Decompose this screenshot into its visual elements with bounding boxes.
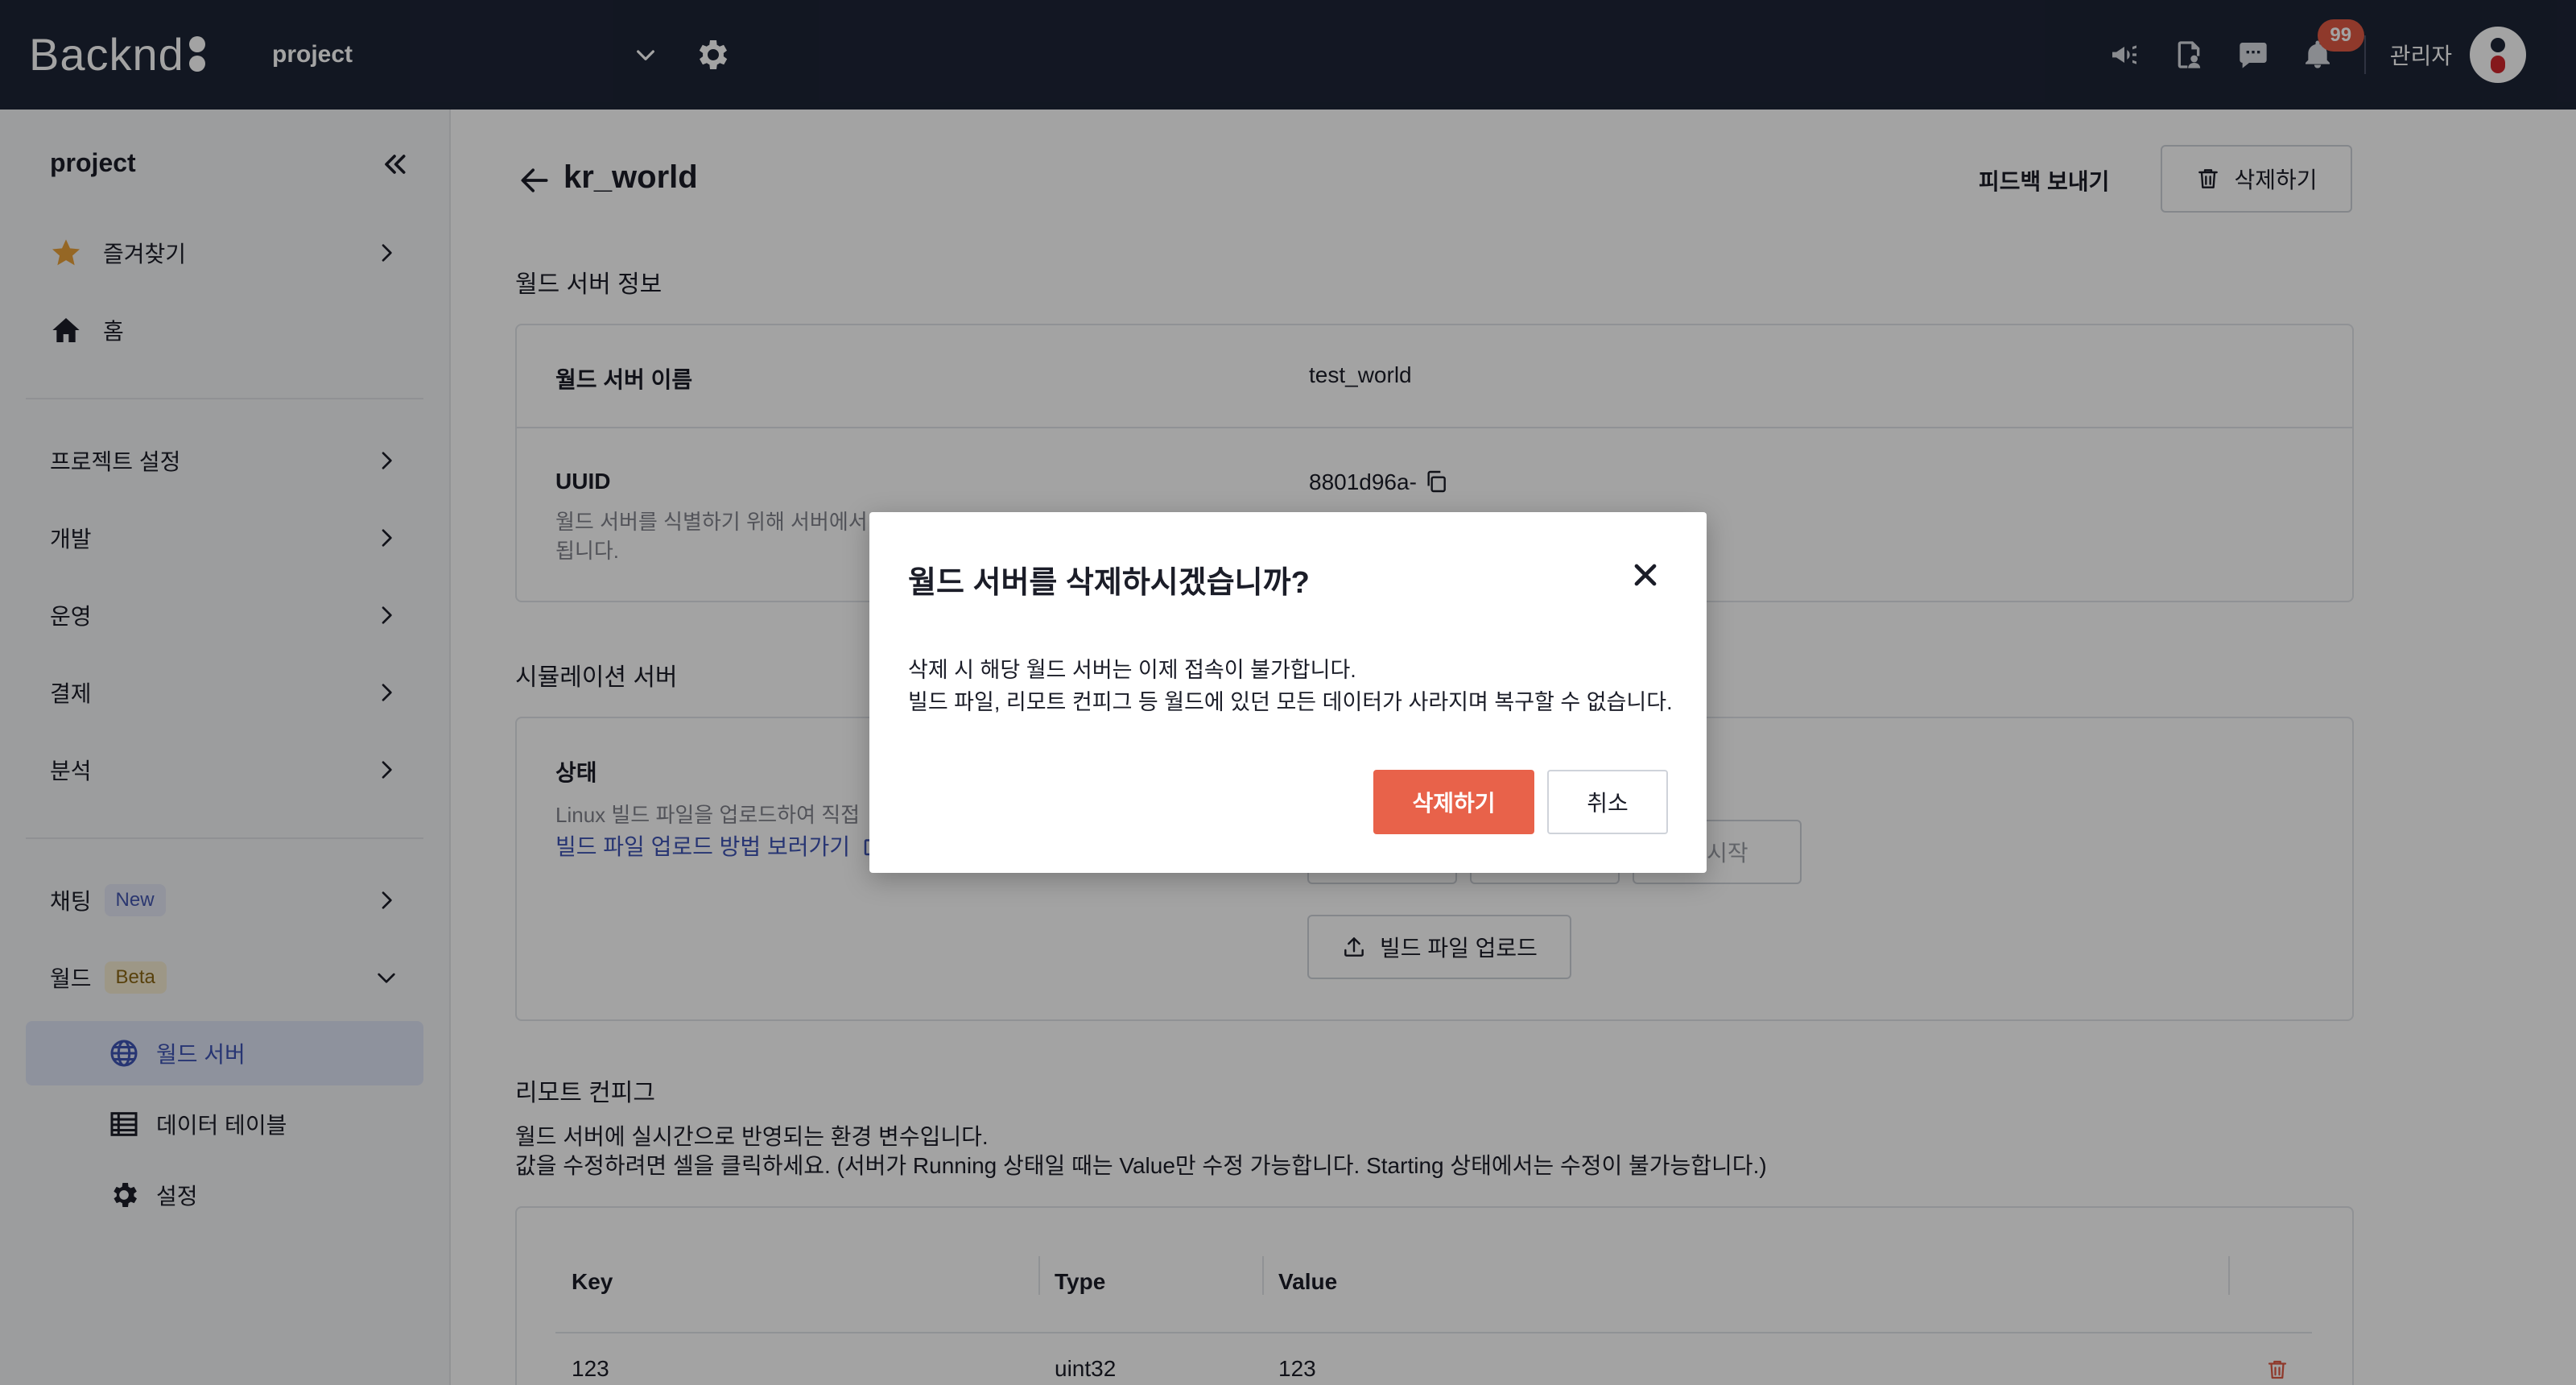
dialog-message-line: 빌드 파일, 리모트 컨피그 등 월드에 있던 모든 데이터가 사라지며 복구할… [908, 690, 1673, 714]
dialog-title: 월드 서버를 삭제하시겠습니까? [908, 566, 1310, 600]
dialog-message-line: 삭제 시 해당 월드 서버는 이제 접속이 불가합니다. [908, 658, 1356, 682]
delete-confirm-dialog: 월드 서버를 삭제하시겠습니까? 삭제 시 해당 월드 서버는 이제 접속이 불… [869, 512, 1707, 873]
cancel-button[interactable]: 취소 [1547, 770, 1668, 834]
confirm-delete-button[interactable]: 삭제하기 [1373, 770, 1534, 834]
close-icon[interactable] [1628, 557, 1663, 593]
dialog-message: 삭제 시 해당 월드 서버는 이제 접속이 불가합니다. 빌드 파일, 리모트 … [908, 654, 1673, 718]
